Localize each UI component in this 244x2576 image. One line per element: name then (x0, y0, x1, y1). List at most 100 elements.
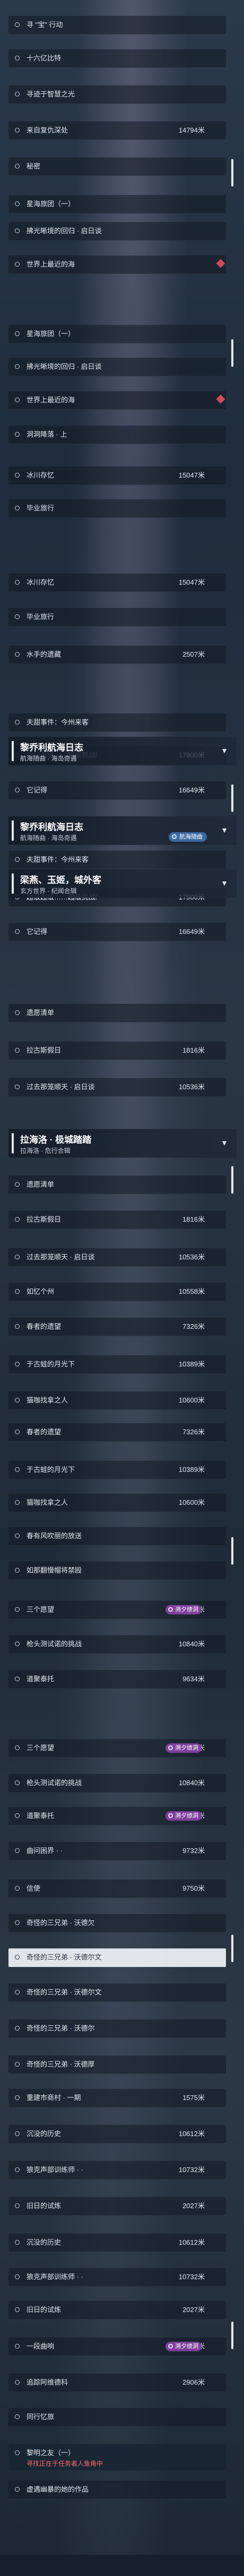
scrollbar-thumb[interactable] (231, 339, 233, 367)
quest-title: 于古蛙的月光下 (27, 1466, 75, 1474)
quest-marker-icon (15, 2487, 20, 2492)
section-subtitle: 航海随曲 · 海岛奇遇 (20, 755, 77, 762)
quest-marker-icon (15, 1048, 20, 1053)
section-header[interactable]: 黎乔利航海日志 航海随曲 · 海岛奇遇 航海随曲 ▼ (8, 816, 237, 845)
quest-item[interactable]: 奇怪的三兄弟 · 沃德尔文 (8, 1948, 226, 1967)
quest-item[interactable]: 三个愿望7291米溯夕绩洞 (8, 1739, 226, 1758)
quest-item[interactable]: 如忆个州 10558米 (8, 1283, 226, 1301)
quest-item[interactable]: 重建市商村 · 一期 1575米 (8, 2089, 226, 2107)
quest-item[interactable]: 猫咖找拿之人 10600米 (8, 1494, 226, 1512)
quest-distance: 1575米 (182, 2094, 205, 2102)
scrollbar-thumb[interactable] (231, 2322, 233, 2349)
quest-item[interactable]: 拂光晰境的回归 · 启日谈 (8, 222, 226, 241)
quest-title: 世界上最近的海 (27, 260, 75, 268)
quest-item[interactable]: 奇怪的三兄弟 · 沃德尔文 (8, 1983, 226, 2002)
quest-marker-icon (15, 1255, 20, 1259)
quest-distance: 2507米 (182, 650, 205, 658)
quest-title: 遗愿清单 (27, 1180, 55, 1188)
quest-marker-icon (15, 2095, 20, 2100)
quest-title: 拉古斯假日 (27, 1215, 62, 1223)
quest-item[interactable]: 冰川存忆 15047米 (8, 466, 226, 485)
quest-item[interactable]: 沉没的历史 10612米 (8, 2125, 226, 2143)
quest-title: 毕业旅行 (27, 613, 55, 621)
quest-item[interactable]: 它记得 16649米 (8, 781, 226, 800)
quest-item[interactable]: 十六亿比特 (8, 49, 226, 68)
quest-distance: 7326米 (182, 1322, 205, 1330)
quest-item[interactable]: 春有风吹丽的放送 (8, 1527, 226, 1546)
quest-item[interactable]: 夫甜事件：今州来客 (8, 713, 226, 732)
section-header[interactable]: 拉海洛 · 极城踏踏 拉海洛 · 危行合辑 ▼ (8, 1129, 237, 1158)
quest-item[interactable]: 拉古斯假日 1816米 (8, 1211, 226, 1229)
quest-item[interactable]: 拉古斯假日 1816米 (8, 1042, 226, 1060)
quest-item[interactable]: 狼克声部训练师 · · 10732米 (8, 2161, 226, 2180)
quest-item[interactable]: 同行忆旅 (8, 2408, 226, 2427)
quest-status-text: 寻找正在于任务者人鱼角中 (27, 2460, 103, 2467)
quest-item[interactable]: 奇怪的三兄弟 · 沃德尔 (8, 2019, 226, 2038)
section-header[interactable]: 黎乔利航海日志 航海随曲 · 海岛奇遇 ▼ (8, 737, 237, 765)
quest-item[interactable]: 世界上最近的海 (8, 391, 226, 410)
quest-distance: 10536米 (178, 1083, 205, 1091)
scrollbar-thumb[interactable] (231, 159, 233, 187)
quest-item[interactable]: 毕业旅行 (8, 499, 226, 518)
quest-item[interactable]: 拂光晰境的回归 · 启日谈 (8, 358, 226, 376)
quest-title: 沉没的历史 (27, 2238, 62, 2246)
quest-item[interactable]: 虚遇幽暴的她的作品 (8, 2481, 226, 2499)
quest-item[interactable]: 遗愿清单 (8, 1176, 226, 1194)
quest-title: 星海旅团（一） (27, 330, 75, 338)
quest-item[interactable]: 毕业旅行 (8, 608, 226, 627)
quest-item[interactable]: 沉没的历史 10612米 (8, 2234, 226, 2252)
quest-item[interactable]: 道聚泰托 9634米 (8, 1670, 226, 1689)
quest-title: 奇怪的三兄弟 · 沃德尔文 (27, 1953, 102, 1961)
quest-title: 夫甜事件：今州来客 (27, 718, 89, 726)
quest-item[interactable]: 春者的遗望 7326米 (8, 1423, 226, 1442)
quest-item[interactable]: 洞洞降落 · 上 (8, 426, 226, 444)
quest-marker-icon (15, 2131, 20, 2136)
quest-marker-icon (15, 1182, 20, 1187)
quest-item[interactable]: 枪头测试诺的挑战 10840米 (8, 1635, 226, 1654)
quest-item[interactable]: 追踪阿维德科 2906米 (8, 2374, 226, 2392)
quest-item[interactable]: 于古蛙的月光下 10389米 (8, 1461, 226, 1479)
quest-item[interactable]: 春者的遗望 7326米 (8, 1318, 226, 1336)
scrollbar-thumb[interactable] (231, 784, 233, 812)
quest-item[interactable]: 寻 "宝" 行动 (8, 16, 226, 34)
quest-item[interactable]: 猫咖找拿之人 10600米 (8, 1391, 226, 1410)
quest-item[interactable]: 如那翻慢帽将禁殴 (8, 1562, 226, 1580)
quest-item[interactable]: 奇怪的三兄弟 · 沃德欠 (8, 1914, 226, 1933)
scrollbar-thumb[interactable] (231, 1166, 233, 1194)
quest-item[interactable]: 信使 9750米 (8, 1880, 226, 1898)
quest-item[interactable]: 遗愿清单 (8, 1004, 226, 1022)
quest-item[interactable]: 曲问困界 · · 9732米 (8, 1842, 226, 1860)
quest-item[interactable]: 枪头测试诺的挑战 10840米 (8, 1774, 226, 1793)
quest-item[interactable]: 旧日的试炼 2027米 (8, 2301, 226, 2319)
quest-item[interactable]: 来自复仇深处 14794米 (8, 121, 226, 140)
quest-title: 遗愿清单 (27, 1009, 55, 1017)
quest-item[interactable]: 一段曲响7373米溯夕绩洞 (8, 2337, 226, 2356)
quest-distance: 9750米 (182, 1884, 205, 1892)
quest-item[interactable]: 星海旅团（一） (8, 195, 226, 214)
quest-item[interactable]: 过去那笼顺天 · 启日谈 10536米 (8, 1248, 226, 1267)
quest-item[interactable]: 狼克声部训练师 · · 10732米 (8, 2268, 226, 2287)
quest-item[interactable]: 夫甜事件：今州来客 (8, 851, 226, 869)
quest-item[interactable]: 秘密 (8, 157, 226, 176)
quest-item[interactable]: 旧日的试炼 2027米 (8, 2197, 226, 2216)
scrollbar-thumb[interactable] (231, 1935, 233, 1962)
section-header[interactable]: 梁燕、玉姬，城外客 玄方世界 · 纪闻合辑 ▼ (8, 869, 237, 898)
quest-item[interactable]: 奇怪的三兄弟 · 沃德厚 (8, 2055, 226, 2074)
quest-item[interactable]: 过去那笼顺天 · 启日谈 10536米 (8, 1078, 226, 1097)
quest-title: 如那翻慢帽将禁殴 (27, 1566, 82, 1574)
quest-marker-icon (15, 164, 20, 169)
quest-item[interactable]: 星海旅团（一） (8, 325, 226, 343)
quest-item[interactable]: 世界上最近的海 (8, 255, 226, 274)
quest-item[interactable]: 黎明之友（一） 寻找正在于任务者人鱼角中 (8, 2444, 226, 2471)
scrollbar-thumb[interactable] (231, 1537, 233, 1565)
quest-item[interactable]: 冰川存忆 15047米 (8, 574, 226, 592)
quest-item[interactable]: 于古蛙的月光下 10389米 (8, 1355, 226, 1374)
quest-item[interactable]: 寻迹于智慧之光 (8, 85, 226, 104)
quest-title: 水手的遗藏 (27, 650, 62, 658)
quest-marker-icon (15, 432, 20, 437)
quest-item[interactable]: 道聚泰托9634米溯夕绩洞 (8, 1807, 226, 1825)
quest-title: 它记得 (27, 786, 48, 794)
quest-item[interactable]: 它记得 16649米 (8, 923, 226, 941)
quest-item[interactable]: 水手的遗藏 2507米 (8, 646, 226, 664)
quest-item[interactable]: 三个愿望7291米溯夕绩洞 (8, 1601, 226, 1619)
